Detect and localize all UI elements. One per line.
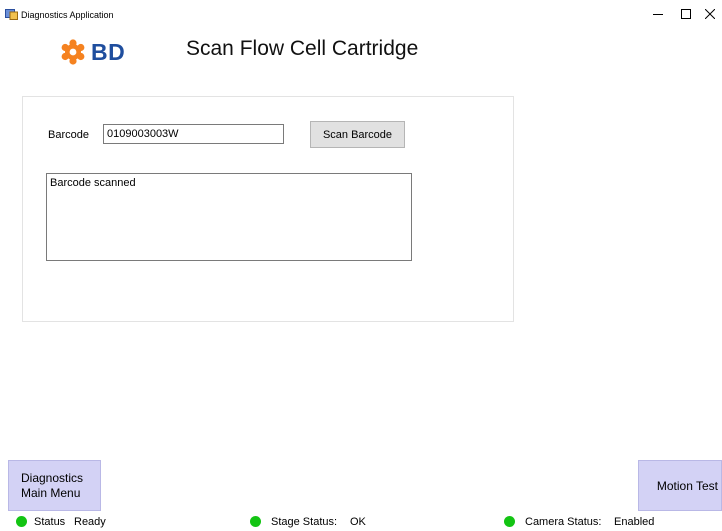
bd-logo-icon <box>61 39 85 65</box>
camera-status-indicator-icon <box>504 516 515 527</box>
motion-test-button[interactable]: Motion Test <box>638 460 722 511</box>
diagnostics-main-menu-button[interactable]: Diagnostics Main Menu <box>8 460 101 511</box>
close-icon <box>705 9 715 19</box>
main-menu-label-line1: Diagnostics <box>21 471 84 485</box>
app-icon <box>5 9 18 20</box>
status-indicator-icon <box>16 516 27 527</box>
barcode-input[interactable] <box>103 124 284 144</box>
minimize-icon <box>653 14 663 15</box>
page-title: Scan Flow Cell Cartridge <box>186 37 419 60</box>
scan-barcode-button[interactable]: Scan Barcode <box>310 121 405 148</box>
scan-log-textbox[interactable]: Barcode scanned <box>46 173 412 261</box>
status-value: Ready <box>74 516 106 528</box>
status-bar: Status Ready Stage Status: OK Camera Sta… <box>0 513 722 531</box>
main-menu-label-line2: Main Menu <box>21 486 81 500</box>
stage-status-value: OK <box>350 516 366 528</box>
stage-status-label: Stage Status: <box>271 516 338 528</box>
title-bar: Diagnostics Application <box>0 0 722 29</box>
stage-status-indicator-icon <box>250 516 261 527</box>
maximize-icon <box>681 9 691 19</box>
bd-logo: BD <box>60 34 125 70</box>
close-button[interactable] <box>698 2 722 26</box>
motion-test-label: Motion Test <box>656 478 718 493</box>
camera-status-label: Camera Status: <box>525 516 602 528</box>
bd-logo-text: BD <box>91 38 126 65</box>
status-label: Status <box>34 516 66 528</box>
camera-status-value: Enabled <box>614 516 655 528</box>
barcode-label: Barcode <box>48 129 89 141</box>
window-title: Diagnostics Application <box>21 10 114 20</box>
